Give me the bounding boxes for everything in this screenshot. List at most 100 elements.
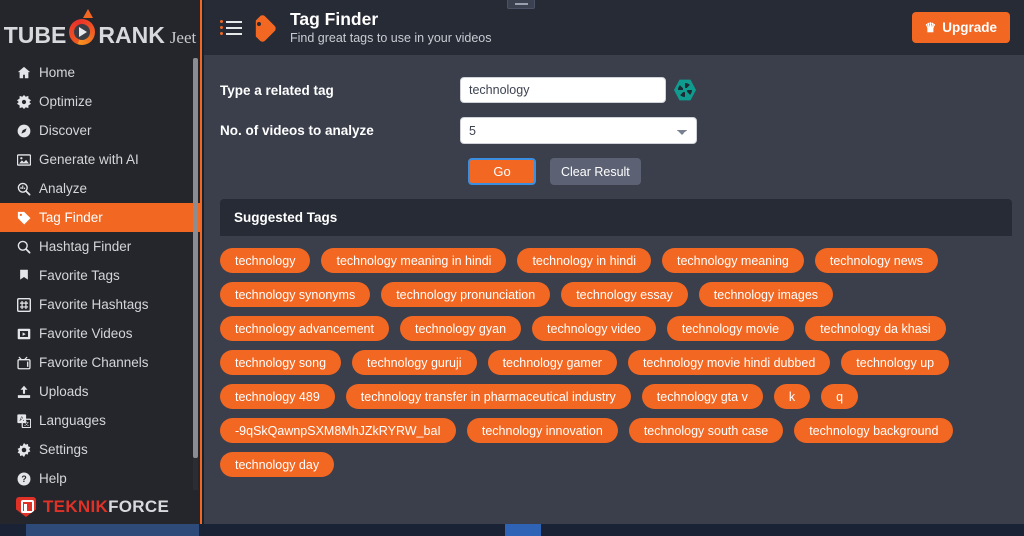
suggested-tag-pill[interactable]: technology meaning — [661, 248, 804, 273]
suggested-tag-pill[interactable]: technology advancement — [220, 316, 389, 341]
suggested-tag-pill[interactable]: technology transfer in pharmaceutical in… — [345, 384, 631, 409]
suggested-tag-pill[interactable]: technology 489 — [220, 384, 335, 409]
suggested-tag-pill[interactable]: technology gta v — [641, 384, 763, 409]
translate-icon: A文 — [17, 413, 39, 428]
sidebar-item-label: Languages — [39, 413, 106, 428]
suggested-tags-list: technology technology meaning in hindi tec… — [220, 236, 1012, 477]
hamburger-menu-icon[interactable] — [220, 17, 242, 38]
sidebar-item-label: Uploads — [39, 384, 89, 399]
question-circle-icon: ? — [17, 472, 39, 486]
minimize-icon[interactable] — [507, 0, 535, 9]
suggested-tag-pill[interactable]: technology news — [814, 248, 938, 273]
suggested-tag-pill[interactable]: technology innovation — [466, 418, 618, 443]
sidebar-item-favorite-tags[interactable]: Favorite Tags — [0, 261, 200, 290]
sidebar-item-label: Generate with AI — [39, 152, 139, 167]
magnifier-chart-icon — [17, 182, 39, 196]
suggested-tag-pill[interactable]: technology guruji — [352, 350, 477, 375]
sidebar-item-label: Favorite Videos — [39, 326, 133, 341]
suggested-tag-pill[interactable]: technology essay — [561, 282, 688, 307]
suggested-tag-pill[interactable]: k — [773, 384, 811, 409]
related-tag-input[interactable] — [460, 77, 666, 103]
sidebar-item-generate-with-ai[interactable]: Generate with AI — [0, 145, 200, 174]
brand-suffix: Jeet — [169, 28, 197, 47]
page-title: Tag Finder — [290, 9, 379, 30]
suggested-tag-pill[interactable]: -9qSkQawnpSXM8MhJZkRYRW_baI — [220, 418, 456, 443]
tag-input-row: Type a related tag — [220, 77, 1024, 103]
sidebar-item-uploads[interactable]: Uploads — [0, 377, 200, 406]
suggested-tag-pill[interactable]: technology day — [220, 452, 335, 477]
sidebar-item-hashtag-finder[interactable]: Hashtag Finder — [0, 232, 200, 261]
page-subtitle: Find great tags to use in your videos — [290, 31, 492, 46]
tag-icon — [252, 15, 280, 41]
suggested-tag-pill[interactable]: q — [821, 384, 859, 409]
sidebar-item-optimize[interactable]: Optimize — [0, 87, 200, 116]
sidebar-item-label: Tag Finder — [39, 210, 103, 225]
sidebar-item-label: Optimize — [39, 94, 93, 109]
grid-hashtag-icon — [17, 297, 39, 312]
suggested-tag-pill[interactable]: technology movie hindi dubbed — [627, 350, 831, 375]
sidebar-item-analyze[interactable]: Analyze — [0, 174, 200, 203]
svg-text:文: 文 — [24, 419, 30, 427]
teknikforce-part1: TEKNIK — [43, 497, 109, 516]
taskbar-active-window[interactable] — [26, 524, 199, 536]
sidebar-item-label: Hashtag Finder — [39, 239, 132, 254]
suggested-tag-pill[interactable]: technology up — [841, 350, 950, 375]
sidebar-item-languages[interactable]: A文 Languages — [0, 406, 200, 435]
top-header-bar: Tag Finder Find great tags to use in you… — [204, 0, 1024, 55]
bookmark-tag-icon — [17, 269, 39, 283]
upgrade-button[interactable]: ♛ Upgrade — [911, 12, 1010, 43]
sidebar-nav: Home Optimize Discover Generate with AI — [0, 56, 200, 522]
teknikforce-mark-icon — [16, 497, 36, 517]
compass-icon — [17, 124, 39, 138]
gear-icon — [17, 442, 39, 457]
suggested-tag-pill[interactable]: technology background — [794, 418, 954, 443]
film-icon — [17, 327, 39, 341]
page-title-block: Tag Finder Find great tags to use in you… — [290, 9, 492, 46]
suggested-tag-pill[interactable]: technology pronunciation — [381, 282, 551, 307]
brand-logo[interactable]: TUBE RANK Jeet — [0, 0, 200, 56]
teknikforce-part2: FORCE — [108, 497, 170, 516]
suggested-tag-pill[interactable]: technology gamer — [487, 350, 617, 375]
sidebar-item-favorite-videos[interactable]: Favorite Videos — [0, 319, 200, 348]
tag-input-label: Type a related tag — [220, 82, 334, 98]
sidebar-item-help[interactable]: ? Help — [0, 464, 200, 493]
taskbar-item[interactable] — [505, 524, 541, 536]
suggested-tag-pill[interactable]: technology — [220, 248, 311, 273]
sidebar-scrollbar-thumb[interactable] — [193, 58, 198, 458]
suggested-tag-pill[interactable]: technology south case — [628, 418, 784, 443]
sidebar-item-favorite-channels[interactable]: Favorite Channels — [0, 348, 200, 377]
suggested-tag-pill[interactable]: technology synonyms — [220, 282, 371, 307]
go-button[interactable]: Go — [468, 158, 536, 185]
app-window: TUBE RANK Jeet Home Optimize Discover Ge… — [0, 0, 1024, 536]
suggested-tag-pill[interactable]: technology da khasi — [805, 316, 946, 341]
sidebar-item-label: Help — [39, 471, 67, 486]
tag-icon — [17, 211, 39, 225]
suggested-tag-pill[interactable]: technology video — [532, 316, 656, 341]
suggested-tag-pill[interactable]: technology gyan — [399, 316, 522, 341]
suggested-tag-pill[interactable]: technology song — [220, 350, 342, 375]
suggested-tag-pill[interactable]: technology movie — [666, 316, 795, 341]
sidebar-item-label: Discover — [39, 123, 92, 138]
sidebar-item-label: Analyze — [39, 181, 88, 196]
svg-text:?: ? — [21, 474, 26, 484]
suggested-tags-heading: Suggested Tags — [220, 199, 1012, 236]
sidebar-item-label: Favorite Tags — [39, 268, 120, 283]
video-count-row: No. of videos to analyze 5 — [220, 117, 1024, 144]
sidebar-item-home[interactable]: Home — [0, 58, 200, 87]
teknikforce-logo: TEKNIKFORCE — [0, 490, 200, 524]
video-count-select[interactable]: 5 — [460, 117, 697, 144]
tv-channel-icon — [17, 356, 39, 370]
sidebar-item-settings[interactable]: Settings — [0, 435, 200, 464]
search-hash-icon — [17, 240, 39, 254]
crown-icon: ♛ — [924, 19, 937, 35]
sidebar-item-tag-finder[interactable]: Tag Finder — [0, 203, 200, 232]
clear-result-button[interactable]: Clear Result — [550, 158, 641, 185]
suggested-tag-pill[interactable]: technology images — [698, 282, 834, 307]
sidebar-item-discover[interactable]: Discover — [0, 116, 200, 145]
video-count-label: No. of videos to analyze — [220, 123, 374, 138]
sidebar-item-label: Home — [39, 65, 76, 80]
sidebar-item-favorite-hashtags[interactable]: Favorite Hashtags — [0, 290, 200, 319]
suggested-tag-pill[interactable]: technology in hindi — [517, 248, 651, 273]
suggested-tag-pill[interactable]: technology meaning in hindi — [321, 248, 507, 273]
upgrade-button-label: Upgrade — [942, 20, 997, 35]
